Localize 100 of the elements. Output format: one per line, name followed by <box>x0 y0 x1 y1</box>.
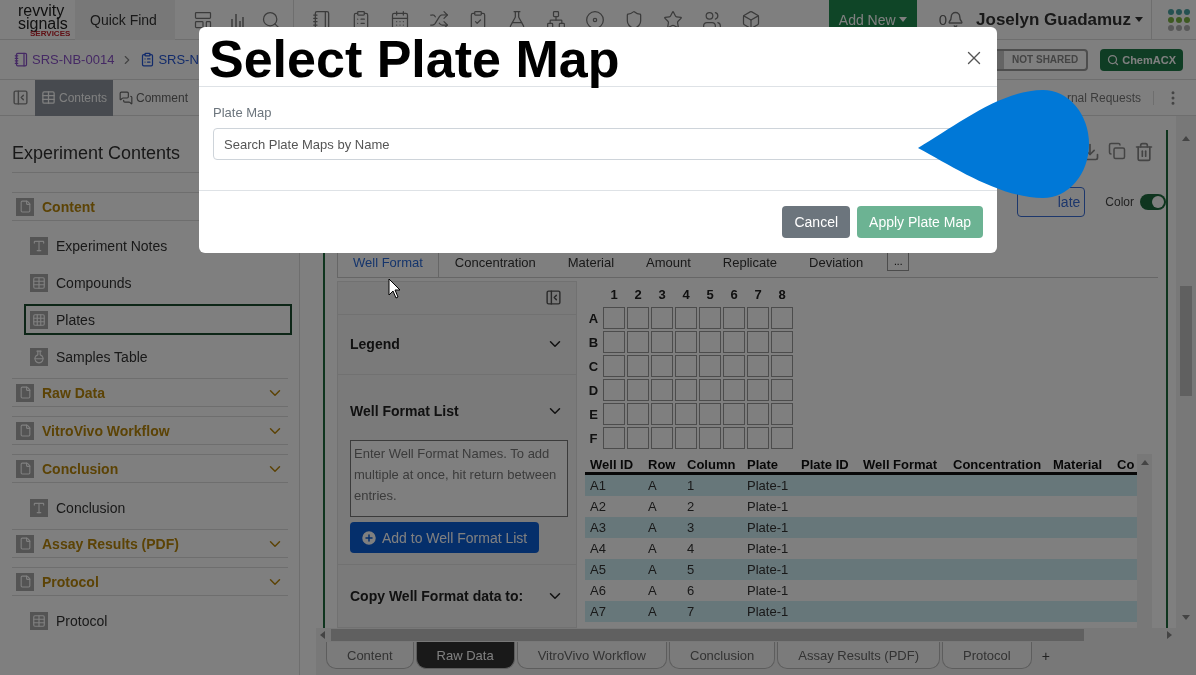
shield-icon[interactable] <box>624 9 644 30</box>
plate-well[interactable] <box>675 403 697 425</box>
calendar-icon[interactable] <box>390 9 410 30</box>
plate-well[interactable] <box>723 331 745 353</box>
notebook-icon[interactable] <box>312 9 332 30</box>
view-tab[interactable]: Comment <box>113 79 195 116</box>
plate-well[interactable] <box>747 307 769 329</box>
cube-icon[interactable] <box>741 9 761 30</box>
plate-well[interactable] <box>699 331 721 353</box>
plate-well[interactable] <box>627 379 649 401</box>
sidebar-item[interactable]: Experiment Notes <box>24 230 292 261</box>
plate-well[interactable] <box>603 427 625 449</box>
search-icon[interactable] <box>261 9 281 30</box>
breadcrumb-link[interactable]: SRS-N <box>158 52 199 67</box>
section-header[interactable]: Conclusion <box>12 454 288 483</box>
plate-well[interactable] <box>651 331 673 353</box>
plate-well[interactable] <box>603 355 625 377</box>
clipboard-icon[interactable] <box>351 9 371 30</box>
section-header[interactable]: Protocol <box>12 567 288 596</box>
plate-well[interactable] <box>747 403 769 425</box>
plate-well[interactable] <box>675 331 697 353</box>
plate-well[interactable] <box>771 355 793 377</box>
plate-well[interactable] <box>627 355 649 377</box>
plate-tab[interactable]: Concentration <box>438 246 552 277</box>
add-sheet-button[interactable]: + <box>1033 642 1058 669</box>
plate-well[interactable] <box>675 355 697 377</box>
sheet-tab[interactable]: Content <box>326 642 414 669</box>
plate-well[interactable] <box>699 403 721 425</box>
clipboard-check-icon[interactable] <box>468 9 488 30</box>
copy-icon[interactable] <box>1108 142 1126 160</box>
add-to-well-format-list-button[interactable]: Add to Well Format List <box>350 522 539 553</box>
plate-well[interactable] <box>651 403 673 425</box>
sheet-tab[interactable]: VitroVivo Workflow <box>516 642 667 669</box>
plate-well[interactable] <box>771 403 793 425</box>
collapse-panel-icon[interactable] <box>545 289 562 307</box>
plate-well[interactable] <box>699 379 721 401</box>
sheet-tab[interactable]: Protocol <box>941 642 1032 669</box>
plate-well[interactable] <box>675 307 697 329</box>
users-icon[interactable] <box>702 9 722 30</box>
sidebar-item[interactable]: Conclusion <box>24 492 292 523</box>
sidebar-item[interactable]: Protocol <box>24 605 292 636</box>
plate-well[interactable] <box>603 331 625 353</box>
plate-well[interactable] <box>699 307 721 329</box>
sidebar-item[interactable]: Samples Table <box>24 341 292 372</box>
table-row[interactable]: A4 A 4 Plate-1 <box>585 538 1137 559</box>
plate-well[interactable] <box>603 307 625 329</box>
table-row[interactable]: A6 A 6 Plate-1 <box>585 580 1137 601</box>
sheet-tab[interactable]: Raw Data <box>415 642 515 669</box>
plate-well[interactable] <box>747 427 769 449</box>
sheet-tab[interactable]: Assay Results (PDF) <box>777 642 940 669</box>
plate-well[interactable] <box>651 379 673 401</box>
plate-well[interactable] <box>747 379 769 401</box>
apps-grid-icon[interactable] <box>1168 8 1190 31</box>
plate-well[interactable] <box>723 403 745 425</box>
section-header[interactable]: VitroVivo Workflow <box>12 416 288 445</box>
cancel-button[interactable]: Cancel <box>782 206 851 238</box>
plate-well[interactable] <box>747 355 769 377</box>
quick-find-button[interactable]: Quick Find <box>75 0 175 40</box>
apply-plate-map-button[interactable]: Apply Plate Map <box>857 206 983 238</box>
plate-well[interactable] <box>627 331 649 353</box>
plate-well[interactable] <box>747 331 769 353</box>
plate-well[interactable] <box>771 379 793 401</box>
plate-well[interactable] <box>603 379 625 401</box>
plate-well[interactable] <box>651 427 673 449</box>
plate-tab[interactable]: Deviation <box>793 246 880 277</box>
plate-well[interactable] <box>699 427 721 449</box>
plate-well[interactable] <box>771 331 793 353</box>
plate-well[interactable] <box>723 379 745 401</box>
collapse-panel-icon[interactable] <box>12 89 29 106</box>
bell-icon[interactable] <box>947 11 965 28</box>
plate-well[interactable] <box>771 307 793 329</box>
plate-tab[interactable]: Replicate <box>706 246 794 277</box>
plate-well[interactable] <box>723 307 745 329</box>
sheet-tab[interactable]: Conclusion <box>669 642 776 669</box>
well-format-names-field[interactable]: Enter Well Format Names. To add multiple at once, hit return between entries. <box>350 440 568 518</box>
table-row[interactable]: A3 A 3 Plate-1 <box>585 517 1137 538</box>
sidebar-item[interactable]: Plates <box>24 304 292 335</box>
plate-well[interactable] <box>627 427 649 449</box>
sidebar-item[interactable]: Compounds <box>24 267 292 298</box>
table-row[interactable]: A2 A 2 Plate-1 <box>585 496 1137 517</box>
more-tabs-button[interactable]: ... <box>887 251 910 271</box>
plate-well[interactable] <box>771 427 793 449</box>
plate-well[interactable] <box>675 427 697 449</box>
plate-well[interactable] <box>723 355 745 377</box>
shuffle-icon[interactable] <box>429 9 449 30</box>
network-icon[interactable] <box>546 9 566 30</box>
section-header[interactable]: Raw Data <box>12 378 288 407</box>
section-header[interactable]: Assay Results (PDF) <box>12 529 288 558</box>
table-row[interactable]: A5 A 5 Plate-1 <box>585 559 1137 580</box>
trash-icon[interactable] <box>1134 142 1154 162</box>
table-row[interactable]: A7 A 7 Plate-1 <box>585 601 1137 622</box>
disc-icon[interactable] <box>585 9 605 30</box>
chemacx-button[interactable]: ChemACX <box>1100 48 1183 71</box>
plate-tab[interactable]: Material <box>551 246 631 277</box>
plate-well[interactable] <box>603 403 625 425</box>
plate-well[interactable] <box>651 355 673 377</box>
plate-well[interactable] <box>723 427 745 449</box>
plate-well[interactable] <box>651 307 673 329</box>
plate-tab[interactable]: Amount <box>630 246 707 277</box>
breadcrumb-link[interactable]: SRS-NB-0014 <box>32 52 115 67</box>
